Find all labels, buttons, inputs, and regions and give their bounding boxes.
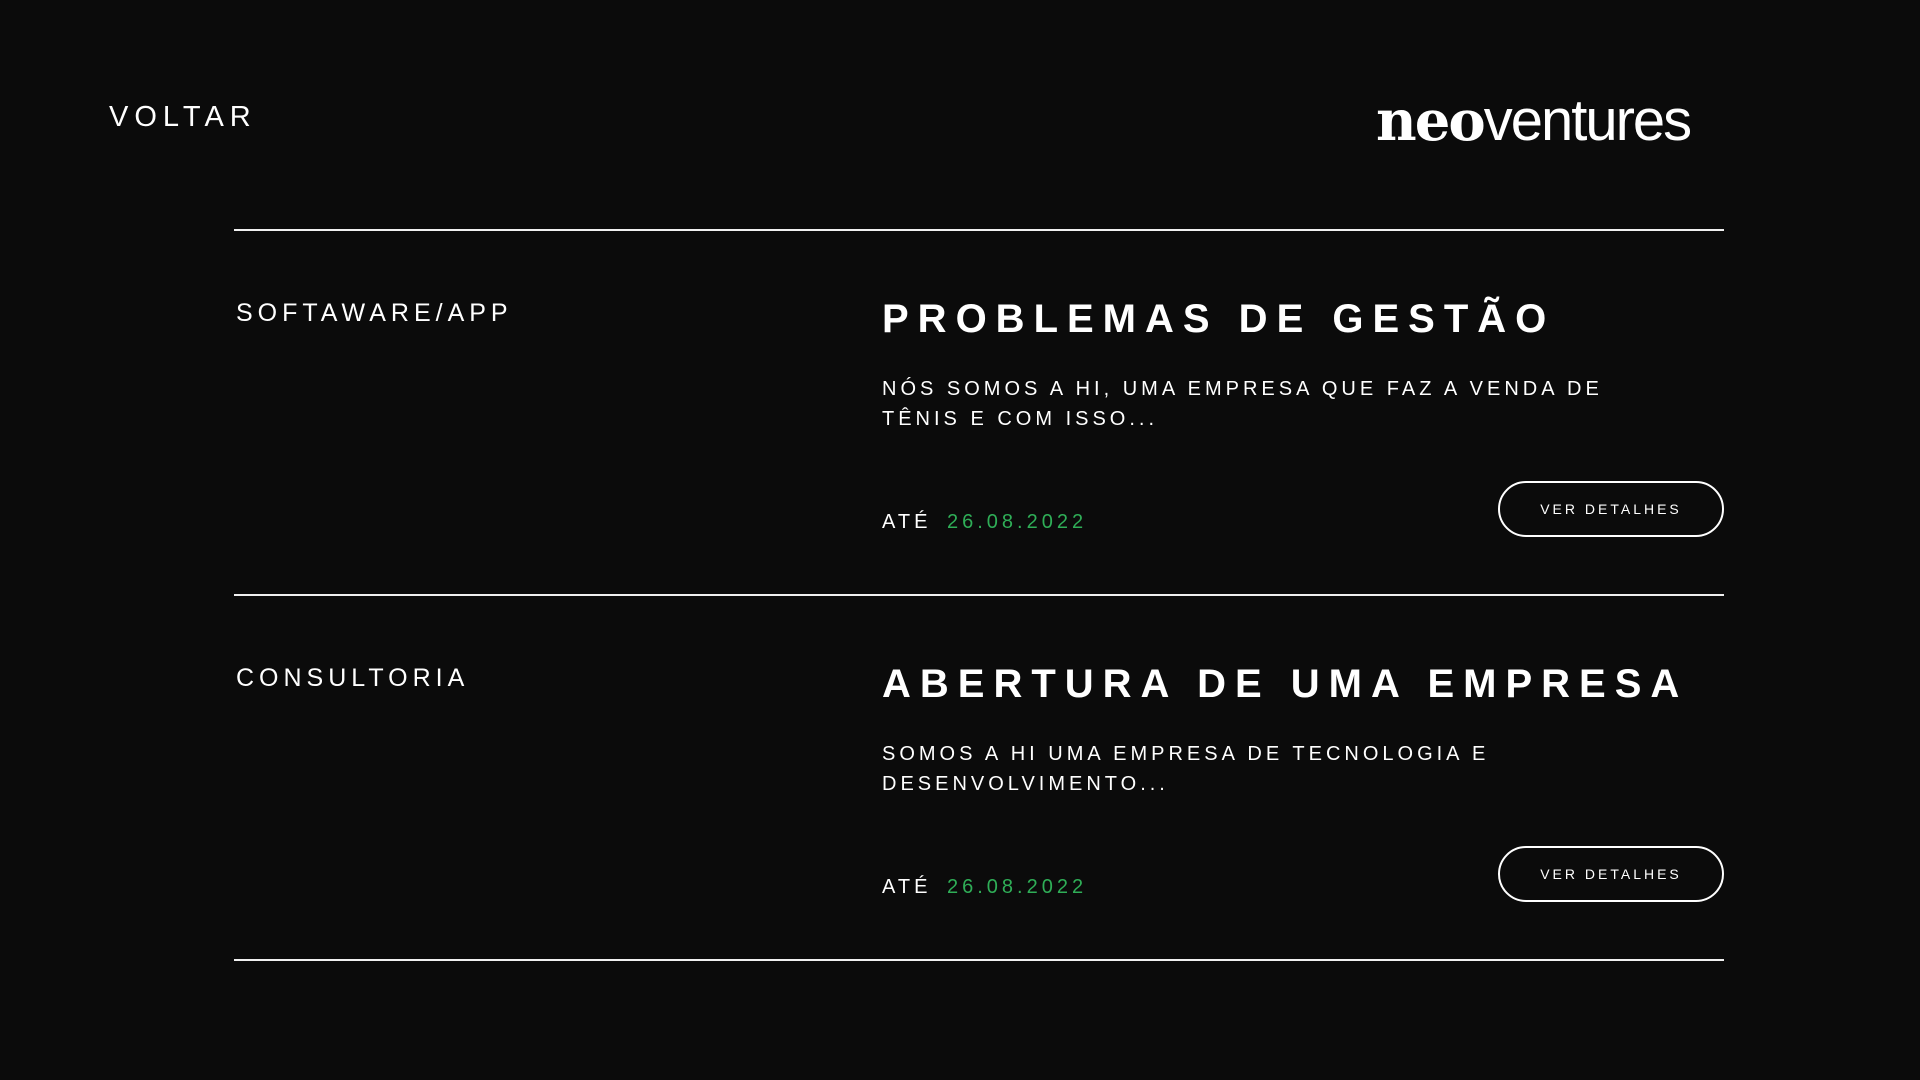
challenge-item: SOFTAWARE/APP PROBLEMAS DE GESTÃO NÓS SO…	[234, 231, 1724, 594]
logo-neo-text: neo	[1376, 88, 1486, 154]
back-link[interactable]: VOLTAR	[109, 101, 257, 134]
logo-ventures-text: ventures	[1483, 88, 1692, 153]
challenge-category: CONSULTORIA	[236, 664, 470, 692]
deadline-date: 26.08.2022	[946, 511, 1088, 533]
deadline-label: ATÉ	[882, 511, 932, 533]
challenge-title: PROBLEMAS DE GESTÃO	[882, 297, 1556, 341]
view-details-button[interactable]: VER DETALHES	[1498, 481, 1724, 537]
neoventures-logo[interactable]: neoventures	[1376, 86, 1756, 156]
deadline-date: 26.08.2022	[946, 876, 1088, 898]
deadline-label: ATÉ	[882, 876, 932, 898]
challenge-category: SOFTAWARE/APP	[236, 299, 513, 327]
view-details-button[interactable]: VER DETALHES	[1498, 846, 1724, 902]
challenge-description: NÓS SOMOS A HI, UMA EMPRESA QUE FAZ A VE…	[882, 378, 1603, 430]
page: VOLTAR neoventures SOFTAWARE/APP PROBLEM…	[0, 0, 1920, 1080]
challenge-item: CONSULTORIA ABERTURA DE UMA EMPRESA SOMO…	[234, 596, 1724, 959]
challenge-deadline: ATÉ 26.08.2022	[882, 876, 1087, 899]
challenge-deadline: ATÉ 26.08.2022	[882, 511, 1087, 534]
challenge-description: SOMOS A HI UMA EMPRESA DE TECNOLOGIA E D…	[882, 743, 1490, 795]
challenge-title: ABERTURA DE UMA EMPRESA	[882, 662, 1689, 706]
divider	[234, 959, 1724, 961]
challenge-list: SOFTAWARE/APP PROBLEMAS DE GESTÃO NÓS SO…	[234, 229, 1724, 961]
